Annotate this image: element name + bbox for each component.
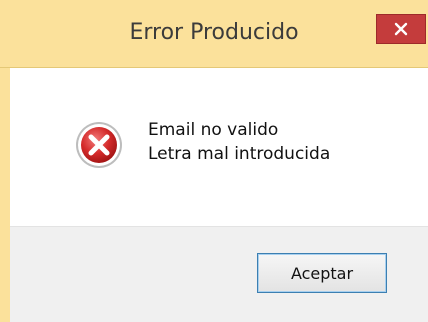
close-icon <box>394 22 408 36</box>
message-area: Email no valido Letra mal introducida <box>10 68 428 226</box>
window-left-border <box>0 68 10 322</box>
title-bar[interactable]: Error Producido <box>0 0 428 68</box>
button-bar: Aceptar <box>10 226 428 322</box>
dialog-title: Error Producido <box>129 20 299 45</box>
error-icon <box>74 120 124 170</box>
message-line-2: Letra mal introducida <box>148 144 331 164</box>
message-line-1: Email no valido <box>148 120 279 140</box>
accept-button[interactable]: Aceptar <box>257 253 387 293</box>
error-dialog: Error Producido Email no valido Letra ma… <box>0 0 428 322</box>
close-button[interactable] <box>376 14 426 44</box>
